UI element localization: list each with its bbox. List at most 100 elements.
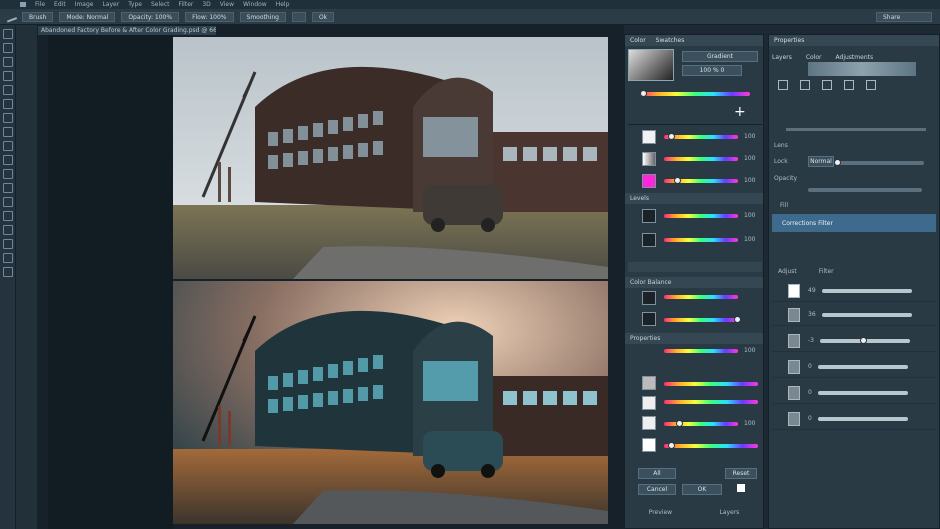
move-tool-icon[interactable] — [3, 29, 13, 39]
layer-icon-3[interactable] — [822, 80, 832, 90]
layer-icon-5[interactable] — [866, 80, 876, 90]
layer-slider-1[interactable] — [821, 288, 912, 293]
brush-tool-icon[interactable] — [4, 11, 18, 22]
swatch-gray[interactable] — [642, 152, 656, 166]
ok-chip[interactable]: Ok — [311, 11, 335, 22]
props-swatch-1[interactable] — [642, 376, 656, 390]
menu-view[interactable]: View — [220, 1, 234, 8]
all-button[interactable]: All — [638, 468, 676, 479]
blend-mode-select[interactable]: Normal — [808, 156, 834, 167]
swatch-magenta[interactable] — [642, 174, 656, 188]
gradient-field[interactable]: Gradient — [682, 51, 758, 62]
add-swatch-icon[interactable]: + — [734, 104, 746, 120]
quick-select-icon[interactable] — [3, 71, 13, 81]
hue-slider[interactable] — [640, 90, 750, 97]
opacity-field[interactable]: Opacity: 100% — [121, 11, 180, 22]
tab-swatches[interactable]: Swatches — [656, 35, 685, 46]
preview-label[interactable]: Preview — [649, 509, 672, 516]
smoothing-field[interactable]: Smoothing — [239, 11, 286, 22]
layer-icon-1[interactable] — [778, 80, 788, 90]
fill-slider[interactable] — [808, 188, 922, 192]
menu-help[interactable]: Help — [276, 1, 290, 8]
pen-icon[interactable] — [3, 197, 13, 207]
adjust-slider-2[interactable] — [664, 157, 738, 161]
props-swatch-4[interactable] — [642, 438, 656, 452]
tab-color-2[interactable]: Color — [806, 54, 822, 61]
layer-icon-2[interactable] — [800, 80, 810, 90]
levels-slider-2[interactable] — [664, 238, 738, 242]
layer-row-1[interactable]: 49 — [772, 280, 936, 302]
pressure-toggle[interactable] — [291, 11, 306, 22]
reset-button[interactable]: Reset — [725, 468, 757, 479]
layers-label[interactable]: Layers — [719, 509, 739, 516]
props-slider-2[interactable] — [664, 382, 758, 386]
menu-file[interactable]: File — [35, 1, 45, 8]
balance-dot-1[interactable] — [642, 291, 656, 305]
layer-row-2[interactable]: 36 — [772, 304, 936, 326]
crop-tool-icon[interactable] — [3, 85, 13, 95]
layer-slider-3[interactable] — [819, 336, 910, 344]
eraser-icon[interactable] — [3, 155, 13, 165]
tab-color[interactable]: Color — [630, 35, 646, 46]
marquee-tool-icon[interactable] — [3, 43, 13, 53]
menu-type[interactable]: Type — [128, 1, 142, 8]
menu-edit[interactable]: Edit — [54, 1, 66, 8]
healing-brush-icon[interactable] — [3, 113, 13, 123]
menu-layer[interactable]: Layer — [102, 1, 119, 8]
eyedropper-icon[interactable] — [3, 99, 13, 109]
path-select-icon[interactable] — [3, 225, 13, 235]
dodge-icon[interactable] — [3, 183, 13, 193]
preview-checkbox[interactable] — [737, 484, 745, 492]
ok-button[interactable]: OK — [682, 484, 722, 495]
color-preview[interactable] — [628, 49, 674, 81]
menu-3d[interactable]: 3D — [202, 1, 210, 8]
props-swatch-2[interactable] — [642, 396, 656, 410]
balance-slider-1[interactable] — [664, 295, 738, 299]
brush-preset[interactable]: Brush — [22, 11, 54, 22]
flow-field[interactable]: Flow: 100% — [185, 11, 234, 22]
opacity-slider[interactable] — [834, 159, 924, 166]
swatch-white[interactable] — [642, 130, 656, 144]
levels-slider-1[interactable] — [664, 214, 738, 218]
layer-icon-4[interactable] — [844, 80, 854, 90]
document-tab[interactable]: Abandoned Factory Before & After Color G… — [38, 26, 216, 35]
menu-image[interactable]: Image — [75, 1, 94, 8]
levels-dot-2[interactable] — [642, 233, 656, 247]
adjust-tab[interactable]: Adjust — [778, 268, 797, 278]
cancel-button[interactable]: Cancel — [638, 484, 676, 495]
layer-slider-2[interactable] — [821, 312, 912, 317]
shape-icon[interactable] — [3, 239, 13, 249]
layer-row-6[interactable]: 0 — [772, 408, 936, 430]
layer-slider-4[interactable] — [817, 364, 908, 369]
menu-window[interactable]: Window — [243, 1, 267, 8]
gradient-icon[interactable] — [3, 169, 13, 179]
clone-stamp-icon[interactable] — [3, 141, 13, 151]
type-icon[interactable] — [3, 211, 13, 221]
props-slider-1[interactable] — [664, 349, 738, 353]
tab-layers[interactable]: Layers — [772, 54, 792, 61]
layer-row-4[interactable]: 0 — [772, 356, 936, 378]
tab-properties[interactable]: Properties — [774, 35, 804, 46]
layer-row-5[interactable]: 0 — [772, 382, 936, 404]
balance-dot-2[interactable] — [642, 312, 656, 326]
brush-icon[interactable] — [3, 127, 13, 137]
share-button[interactable]: Share — [876, 11, 932, 22]
zoom-icon[interactable] — [3, 267, 13, 277]
props-slider-3[interactable] — [664, 400, 758, 404]
tab-adjustments[interactable]: Adjustments — [836, 54, 874, 61]
props-slider-5[interactable] — [664, 442, 758, 449]
props-swatch-3[interactable] — [642, 416, 656, 430]
filter-icon-strip[interactable] — [808, 62, 916, 76]
mode-select[interactable]: Mode: Normal — [59, 11, 116, 22]
filter-tab[interactable]: Filter — [819, 268, 834, 278]
layer-row-3[interactable]: -3 — [772, 330, 936, 352]
lasso-tool-icon[interactable] — [3, 57, 13, 67]
adjust-slider-1[interactable] — [664, 133, 738, 140]
selected-layer-row[interactable]: Corrections Filter — [772, 214, 936, 232]
layer-slider-5[interactable] — [817, 390, 908, 395]
levels-dot-1[interactable] — [642, 209, 656, 223]
balance-slider-2[interactable] — [664, 316, 741, 323]
props-slider-4[interactable] — [664, 420, 738, 427]
hand-icon[interactable] — [3, 253, 13, 263]
layer-slider-6[interactable] — [817, 416, 908, 421]
